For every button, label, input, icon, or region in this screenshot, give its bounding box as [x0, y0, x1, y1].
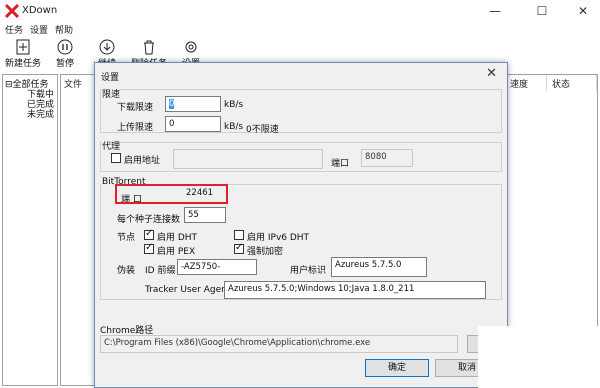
pause-label: 暂停	[55, 59, 74, 69]
user-id-input[interactable]: Azureus 5.7.5.0	[331, 257, 427, 277]
proxy-enable-checkbox[interactable]	[111, 153, 121, 163]
menu-settings[interactable]: 设置	[30, 23, 48, 36]
user-id-label: 用户标识	[290, 266, 327, 276]
peers-label: 每个种子连接数	[117, 215, 181, 225]
trash-icon	[144, 40, 154, 55]
ipv6-dht-checkbox[interactable]	[234, 230, 244, 240]
proxy-address-input[interactable]	[173, 149, 323, 169]
new-task-button[interactable]: 新建任务	[0, 38, 46, 70]
port-highlight-box	[115, 184, 228, 204]
id-prefix-label: ID 前缀	[145, 266, 176, 276]
pex-label: 启用 PEX	[157, 247, 196, 257]
unlimited-hint: 0不限速	[246, 125, 279, 135]
title-bar: XDown — ☐ ✕	[0, 0, 600, 22]
settings-dialog: 设置 ✕ 限速 下载限速 0 kB/s 上传限速 0 kB/s 0不限速 代理 …	[94, 62, 508, 388]
dialog-title: 设置	[101, 73, 120, 83]
pause-button[interactable]: 暂停	[42, 38, 88, 70]
maximize-button[interactable]: ☐	[527, 2, 557, 20]
pause-icon	[57, 39, 73, 55]
download-limit-value: 0	[169, 99, 175, 109]
proxy-port-label: 端口	[331, 159, 350, 169]
tracker-ua-input[interactable]: Azureus 5.7.5.0;Windows 10;Java 1.8.0_21…	[224, 281, 486, 299]
ipv6-dht-label: 启用 IPv6 DHT	[247, 233, 310, 243]
upload-limit-input[interactable]: 0	[165, 116, 221, 132]
id-prefix-input[interactable]: -AZ5750-	[177, 259, 257, 275]
disguise-label: 伪装	[117, 266, 136, 276]
gear-icon	[185, 41, 197, 53]
upload-unit-label: kB/s	[224, 122, 244, 132]
download-icon	[99, 39, 115, 55]
column-speed[interactable]: 速度	[507, 75, 547, 91]
new-task-label: 新建任务	[4, 59, 41, 69]
speed-limit-label: 限速	[102, 87, 121, 100]
pex-checkbox[interactable]	[144, 242, 154, 254]
column-status[interactable]: 状态	[549, 75, 597, 91]
menu-help[interactable]: 帮助	[55, 23, 73, 36]
node-label: 节点	[117, 233, 136, 243]
upload-limit-label: 上传限速	[117, 123, 154, 133]
watermark-overlay	[478, 326, 600, 388]
encrypt-label: 强制加密	[247, 247, 284, 257]
app-title: XDown	[22, 5, 58, 16]
chrome-path-input[interactable]: C:\Program Files (x86)\Google\Chrome\App…	[100, 335, 458, 353]
dht-checkbox[interactable]	[144, 228, 154, 240]
category-tree: ⊟全部任务 下载中 已完成 未完成	[2, 74, 58, 386]
tree-item-incomplete[interactable]: 未完成	[27, 107, 54, 120]
peers-input[interactable]: 55	[184, 207, 226, 223]
minimize-button[interactable]: —	[480, 2, 510, 20]
menu-bar: 任务 设置 帮助	[0, 22, 600, 38]
column-file[interactable]: 文件	[61, 75, 97, 91]
proxy-label: 代理	[102, 139, 121, 152]
tracker-ua-label: Tracker User Agent	[145, 285, 231, 295]
download-unit-label: kB/s	[224, 100, 244, 110]
dht-label: 启用 DHT	[157, 233, 198, 243]
proxy-enable-label: 启用地址	[124, 156, 161, 166]
speed-limit-group	[100, 89, 502, 133]
menu-task[interactable]: 任务	[5, 23, 23, 36]
encrypt-checkbox[interactable]	[234, 242, 244, 254]
new-file-icon	[16, 39, 30, 55]
download-limit-input[interactable]: 0	[165, 96, 221, 112]
app-logo-icon	[5, 4, 19, 18]
proxy-port-input[interactable]: 8080	[361, 149, 413, 167]
dialog-close-button[interactable]: ✕	[486, 66, 497, 81]
download-limit-label: 下载限速	[117, 103, 154, 113]
close-button[interactable]: ✕	[568, 2, 598, 20]
ok-button[interactable]: 确定	[365, 359, 429, 377]
